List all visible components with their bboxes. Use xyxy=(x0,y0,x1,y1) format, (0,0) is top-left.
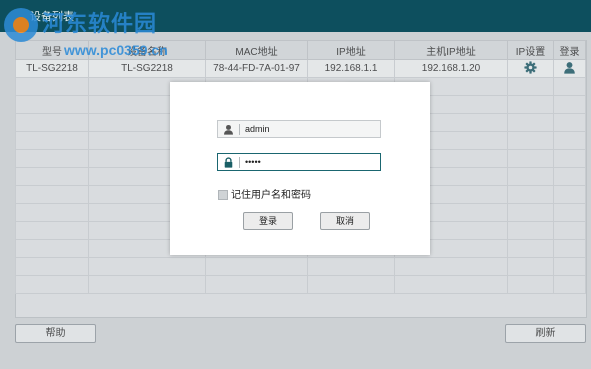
password-input[interactable] xyxy=(245,155,375,169)
field-separator xyxy=(239,157,240,168)
window-title: 设备列表 xyxy=(30,11,74,23)
password-field[interactable] xyxy=(217,153,381,171)
title-bar: 设备列表 xyxy=(0,0,591,32)
login-button[interactable]: 登录 xyxy=(243,212,293,230)
username-field[interactable] xyxy=(217,120,381,138)
field-separator xyxy=(239,124,240,135)
remember-credentials[interactable]: 记住用户名和密码 xyxy=(218,186,311,201)
redaction-mark xyxy=(245,90,353,108)
cancel-button[interactable]: 取消 xyxy=(320,212,370,230)
lock-icon xyxy=(223,157,234,168)
remember-checkbox[interactable] xyxy=(218,190,228,201)
username-input[interactable] xyxy=(245,122,375,136)
user-icon xyxy=(223,124,234,135)
remember-label: 记住用户名和密码 xyxy=(231,190,311,201)
login-dialog: 记住用户名和密码 登录 取消 xyxy=(170,82,430,255)
